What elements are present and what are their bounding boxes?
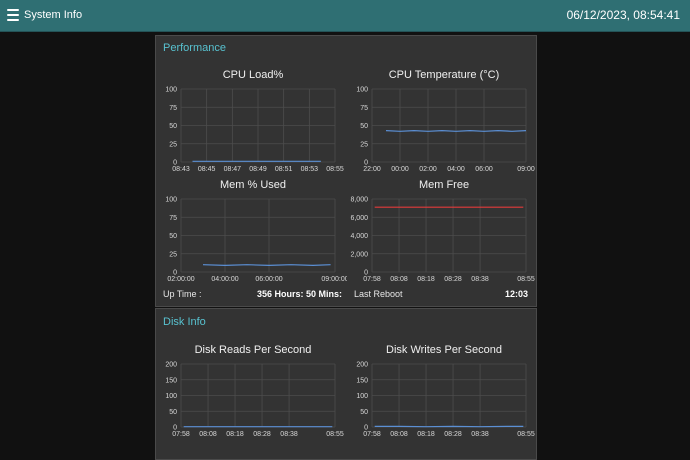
x-tick-label: 08:55 (326, 431, 344, 438)
performance-group-label: Performance (163, 42, 226, 54)
y-tick-label: 50 (360, 123, 368, 130)
stats-row: Up Time : 356 Hours: 50 Mins: Last Reboo… (156, 289, 536, 303)
y-tick-label: 6,000 (350, 215, 368, 222)
top-bar: System Info 06/12/2023, 08:54:41 (0, 0, 690, 32)
x-tick-label: 08:55 (517, 276, 535, 283)
x-tick-label: 09:00:00 (321, 276, 347, 283)
chart-title: Disk Writes Per Second (386, 344, 502, 356)
y-tick-label: 2,000 (350, 251, 368, 258)
y-tick-label: 50 (360, 409, 368, 416)
y-tick-label: 150 (356, 377, 368, 384)
x-tick-label: 02:00 (419, 166, 437, 173)
mem-free-chart: Mem Free8,0006,0004,0002,000007:5808:080… (350, 174, 538, 284)
x-tick-label: 08:55 (517, 431, 535, 438)
uptime-label: Up Time : (163, 289, 202, 299)
x-tick-label: 08:38 (471, 276, 489, 283)
x-tick-label: 07:58 (172, 431, 190, 438)
current-datetime: 06/12/2023, 08:54:41 (567, 8, 680, 22)
hamburger-menu-icon[interactable] (7, 9, 19, 21)
chart-title: Mem Free (419, 179, 469, 191)
x-tick-label: 08:47 (224, 166, 242, 173)
last-reboot-value: 12:03 (505, 289, 528, 299)
x-tick-label: 07:58 (363, 276, 381, 283)
disk-writes-chart: Disk Writes Per Second20015010050007:580… (350, 339, 538, 439)
y-tick-label: 25 (169, 251, 177, 258)
x-tick-label: 08:38 (471, 431, 489, 438)
y-tick-label: 150 (165, 377, 177, 384)
x-tick-label: 02:00:00 (167, 276, 194, 283)
x-tick-label: 04:00 (447, 166, 465, 173)
chart-title: Disk Reads Per Second (195, 344, 312, 356)
x-tick-label: 00:00 (391, 166, 409, 173)
disk-reads-chart: Disk Reads Per Second20015010050007:5808… (159, 339, 347, 439)
cpu-temperature-chart: CPU Temperature (°C)100755025022:0000:00… (350, 64, 538, 174)
y-tick-label: 100 (356, 393, 368, 400)
app-title: System Info (24, 9, 82, 21)
cpu-load-chart: CPU Load%100755025008:4308:4508:4708:490… (159, 64, 347, 174)
y-tick-label: 75 (169, 215, 177, 222)
x-tick-label: 08:18 (226, 431, 244, 438)
chart-title: Mem % Used (220, 179, 286, 191)
y-tick-label: 50 (169, 233, 177, 240)
x-tick-label: 04:00:00 (211, 276, 238, 283)
x-tick-label: 08:28 (444, 276, 462, 283)
x-tick-label: 08:49 (249, 166, 267, 173)
x-tick-label: 08:55 (326, 166, 344, 173)
y-tick-label: 50 (169, 123, 177, 130)
uptime-value: 356 Hours: 50 Mins: (257, 289, 342, 299)
x-tick-label: 07:58 (363, 431, 381, 438)
y-tick-label: 4,000 (350, 233, 368, 240)
y-tick-label: 8,000 (350, 197, 368, 204)
y-tick-label: 100 (165, 393, 177, 400)
series-line (203, 265, 331, 266)
y-tick-label: 25 (169, 141, 177, 148)
x-tick-label: 08:28 (253, 431, 271, 438)
performance-group: Performance CPU Load%100755025008:4308:4… (155, 35, 537, 307)
disk-info-group: Disk Info Disk Reads Per Second 200 150 100… (155, 308, 537, 460)
x-tick-label: 08:51 (275, 166, 293, 173)
x-tick-label: 06:00:00 (255, 276, 282, 283)
y-tick-label: 200 (165, 362, 177, 369)
x-tick-label: 08:08 (199, 431, 217, 438)
x-tick-label: 08:53 (301, 166, 319, 173)
mem-used-chart: Mem % Used100755025002:00:0004:00:0006:0… (159, 174, 347, 284)
series-line (386, 131, 526, 132)
y-tick-label: 100 (165, 197, 177, 204)
y-tick-label: 200 (356, 362, 368, 369)
x-tick-label: 08:08 (390, 431, 408, 438)
y-tick-label: 100 (165, 87, 177, 94)
x-tick-label: 06:00 (475, 166, 493, 173)
y-tick-label: 50 (169, 409, 177, 416)
y-tick-label: 25 (360, 141, 368, 148)
x-tick-label: 22:00 (363, 166, 381, 173)
chart-title: CPU Load% (223, 69, 284, 81)
y-tick-label: 100 (356, 87, 368, 94)
disk-info-group-label: Disk Info (163, 316, 206, 328)
x-tick-label: 08:08 (390, 276, 408, 283)
x-tick-label: 09:00 (517, 166, 535, 173)
x-tick-label: 08:18 (417, 431, 435, 438)
x-tick-label: 08:45 (198, 166, 216, 173)
last-reboot-label: Last Reboot (354, 289, 403, 299)
chart-title: CPU Temperature (°C) (389, 69, 500, 81)
x-tick-label: 08:18 (417, 276, 435, 283)
y-tick-label: 75 (360, 105, 368, 112)
x-tick-label: 08:28 (444, 431, 462, 438)
y-tick-label: 75 (169, 105, 177, 112)
x-tick-label: 08:38 (280, 431, 298, 438)
x-tick-label: 08:43 (172, 166, 190, 173)
